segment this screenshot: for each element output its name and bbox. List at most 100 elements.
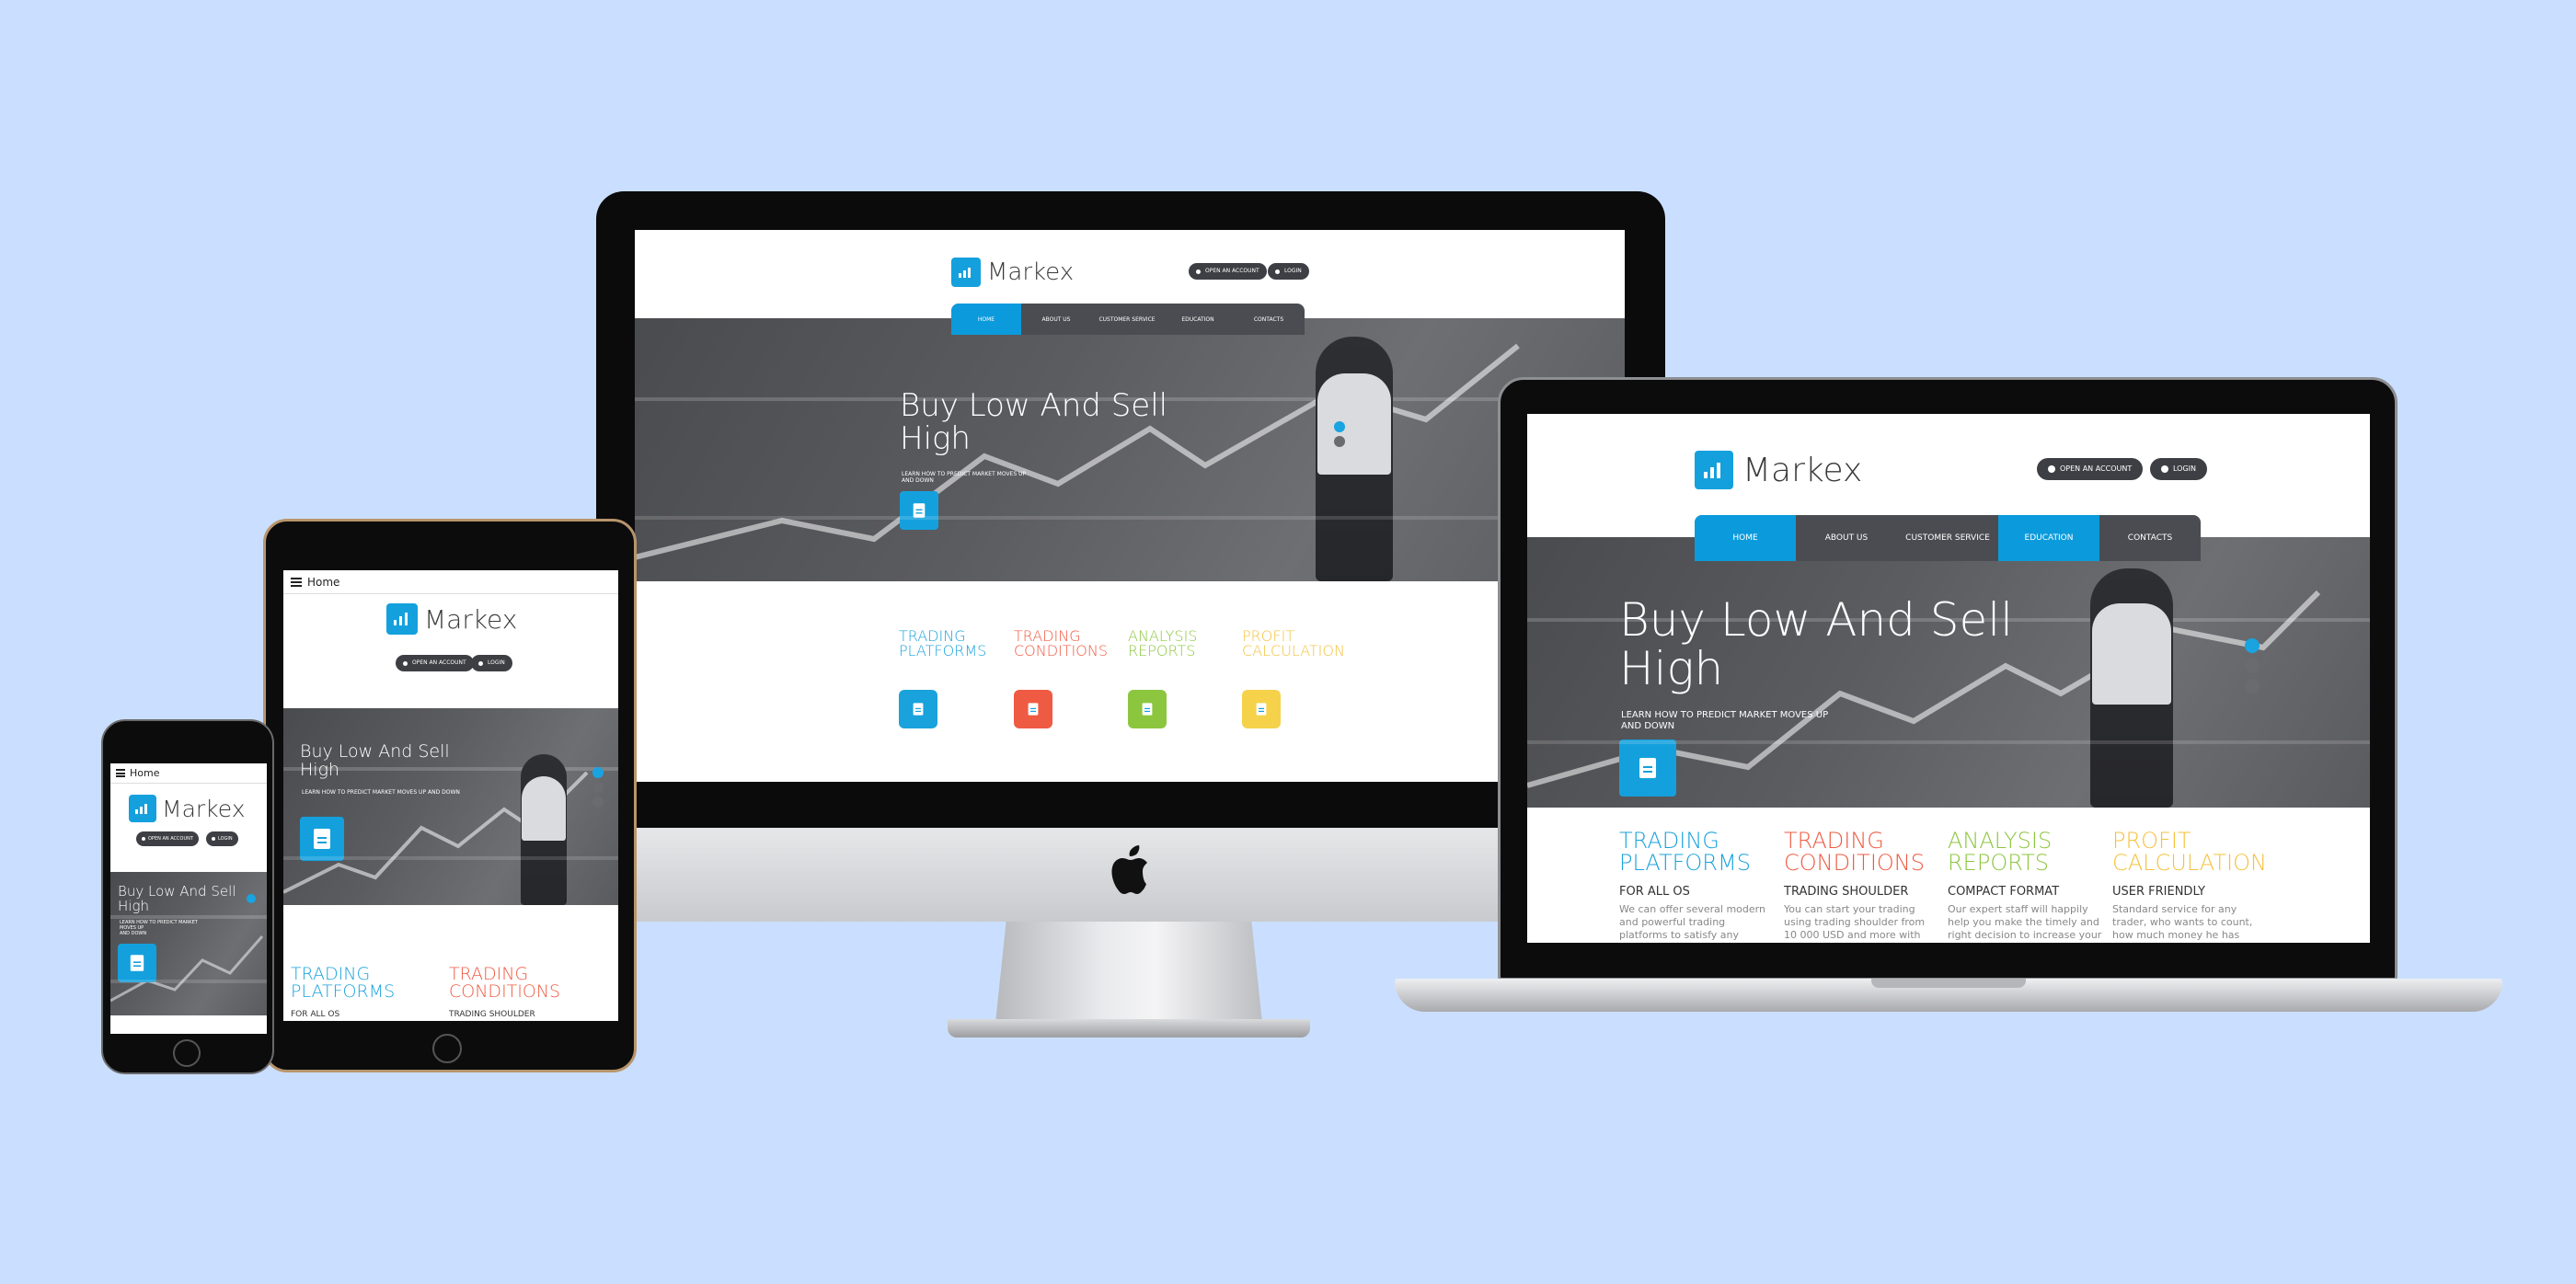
hero-doc-button[interactable] — [1619, 739, 1676, 797]
open-account-label: OPEN AN ACCOUNT — [412, 659, 466, 666]
hero-title-line1: Buy Low And Sell — [300, 741, 450, 762]
nav-about[interactable]: ABOUT US — [1021, 304, 1091, 335]
hero-doc-button[interactable] — [300, 817, 344, 861]
hero-title: Buy Low And Sell High — [118, 884, 236, 914]
hero-title-line1: Buy Low And Sell — [900, 387, 1168, 424]
feature-title: TRADING PLATFORMS — [1619, 830, 1751, 874]
laptop-screen: Markex OPEN AN ACCOUNT LOGIN HOME ABOUT … — [1527, 414, 2370, 943]
hero-title-line2: High — [118, 897, 149, 914]
hero-sub-line1: LEARN HOW TO PREDICT MARKET MOVES UP — [902, 471, 1027, 477]
slider-dot[interactable] — [2245, 659, 2260, 673]
slider-dot[interactable] — [1334, 436, 1345, 447]
mobile-menu-bar[interactable]: Home — [283, 570, 618, 594]
logo-text: Markex — [424, 603, 518, 635]
hamburger-icon[interactable] — [291, 577, 302, 587]
hero-doc-button[interactable] — [900, 491, 938, 530]
hero-sub-line1: LEARN HOW TO PREDICT MARKET MOVES UP — [1621, 710, 1829, 720]
apple-logo-icon — [1110, 844, 1150, 894]
nav-home[interactable]: HOME — [1695, 515, 1796, 561]
slider-dot[interactable] — [592, 797, 604, 808]
hero-doc-button[interactable] — [118, 944, 156, 982]
nav-education[interactable]: EDUCATION — [1998, 515, 2099, 561]
login-button[interactable]: LOGIN — [1268, 263, 1309, 280]
hamburger-icon[interactable] — [116, 769, 125, 777]
feature-title-line1: TRADING — [1619, 828, 1719, 854]
nav-customer-service[interactable]: CUSTOMER SERVICE — [1091, 304, 1163, 335]
open-account-label: OPEN AN ACCOUNT — [148, 836, 193, 842]
slider-dot[interactable] — [1334, 421, 1345, 432]
feature-title-line1: PROFIT — [2112, 828, 2191, 854]
hero-banner: Buy Low And Sell High LEARN HOW TO PREDIC… — [635, 318, 1625, 581]
lock-icon — [2161, 465, 2168, 473]
hero-title-line2: High — [900, 419, 971, 457]
hero-sub-line2: AND DOWN — [120, 931, 147, 936]
document-icon — [1028, 703, 1039, 716]
phone-home-button — [173, 1039, 201, 1067]
main-nav: HOME ABOUT US CUSTOMER SERVICE EDUCATION… — [1695, 515, 2201, 561]
open-account-button[interactable]: OPEN AN ACCOUNT — [136, 831, 199, 846]
tablet-screen: Home Markex OPEN AN ACCOUNT LOGIN Buy Lo… — [283, 570, 618, 1021]
feature-doc-button[interactable] — [1128, 690, 1167, 728]
nav-contacts[interactable]: CONTACTS — [2099, 515, 2201, 561]
chart-logo-icon — [386, 603, 418, 635]
feature-title: ANALYSIS REPORTS — [1948, 830, 2052, 874]
site-logo[interactable]: Markex — [1695, 451, 1862, 489]
feature-text: Our expert staff will happily help you m… — [1948, 903, 2102, 943]
hero-title-line2: High — [1619, 641, 1724, 695]
logo-text: Markex — [987, 258, 1075, 286]
nav-about[interactable]: ABOUT US — [1796, 515, 1897, 561]
nav-education[interactable]: EDUCATION — [1163, 304, 1233, 335]
hero-sub-line2: AND DOWN — [1621, 721, 1675, 731]
feature-doc-button[interactable] — [899, 690, 937, 728]
slider-dot[interactable] — [2245, 679, 2260, 694]
imac-stand — [995, 922, 1262, 1023]
document-icon — [913, 703, 924, 716]
nav-contacts[interactable]: CONTACTS — [1233, 304, 1305, 335]
lock-icon — [478, 660, 483, 666]
document-icon — [1256, 703, 1267, 716]
open-account-label: OPEN AN ACCOUNT — [1205, 268, 1259, 274]
open-account-button[interactable]: OPEN AN ACCOUNT — [396, 655, 474, 671]
site-logo[interactable]: Markex — [129, 795, 246, 822]
hero-title-line2: High — [300, 759, 340, 780]
feature-doc-button[interactable] — [1014, 690, 1052, 728]
slider-dot[interactable] — [592, 767, 604, 778]
open-account-button[interactable]: OPEN AN ACCOUNT — [1189, 263, 1267, 280]
mobile-menu-bar[interactable]: Home — [110, 763, 267, 784]
chart-logo-icon — [1695, 451, 1733, 489]
nav-home[interactable]: HOME — [951, 304, 1021, 335]
document-icon — [1639, 758, 1656, 778]
feature-subtitle: TRADING SHOULDER — [449, 1010, 535, 1019]
hero-sub-line2: AND DOWN — [902, 477, 934, 485]
feature-title: TRADING CONDITIONS — [1014, 629, 1108, 659]
hero-title-line1: Buy Low And Sell — [1619, 593, 2014, 647]
open-account-button[interactable]: OPEN AN ACCOUNT — [2037, 458, 2144, 480]
user-icon — [403, 660, 408, 666]
slider-dot[interactable] — [2245, 638, 2260, 653]
nav-customer-service[interactable]: CUSTOMER SERVICE — [1897, 515, 1998, 561]
feature-title-line2: PLATFORMS — [1619, 850, 1751, 876]
phone-screen: Home Markex OPEN AN ACCOUNT LOGIN Buy Lo… — [110, 763, 267, 1034]
lock-icon — [1275, 269, 1280, 274]
hero-man-shirt — [1317, 373, 1391, 475]
site-logo[interactable]: Markex — [386, 603, 517, 635]
login-button[interactable]: LOGIN — [471, 655, 512, 671]
open-account-label: OPEN AN ACCOUNT — [2060, 464, 2133, 473]
site-logo[interactable]: Markex — [951, 258, 1074, 287]
imac-screen: Markex OPEN AN ACCOUNT LOGIN HOME ABOUT … — [635, 230, 1625, 782]
login-button[interactable]: LOGIN — [2150, 458, 2208, 480]
login-button[interactable]: LOGIN — [206, 831, 238, 846]
hero-subtitle: LEARN HOW TO PREDICT MARKET MOVES UP AND … — [1621, 710, 1828, 732]
chalk-chart-graphic — [283, 771, 589, 894]
feature-text: You can start your trading using trading… — [1784, 903, 1926, 943]
slider-dot[interactable] — [592, 782, 604, 793]
feature-title-line1: TRADING — [1784, 828, 1884, 854]
feature-text: We can offer several modern and powerful… — [1619, 903, 1765, 943]
hero-subtitle: LEARN HOW TO PREDICT MARKET MOVES UP AND … — [902, 471, 1026, 484]
feature-doc-button[interactable] — [1242, 690, 1281, 728]
slider-dot[interactable] — [247, 894, 256, 903]
user-icon — [2048, 465, 2055, 473]
feature-title-line2: CALCULATION — [1242, 642, 1345, 659]
laptop-notch — [1871, 979, 2026, 988]
feature-title: TRADING PLATFORMS — [899, 629, 986, 659]
